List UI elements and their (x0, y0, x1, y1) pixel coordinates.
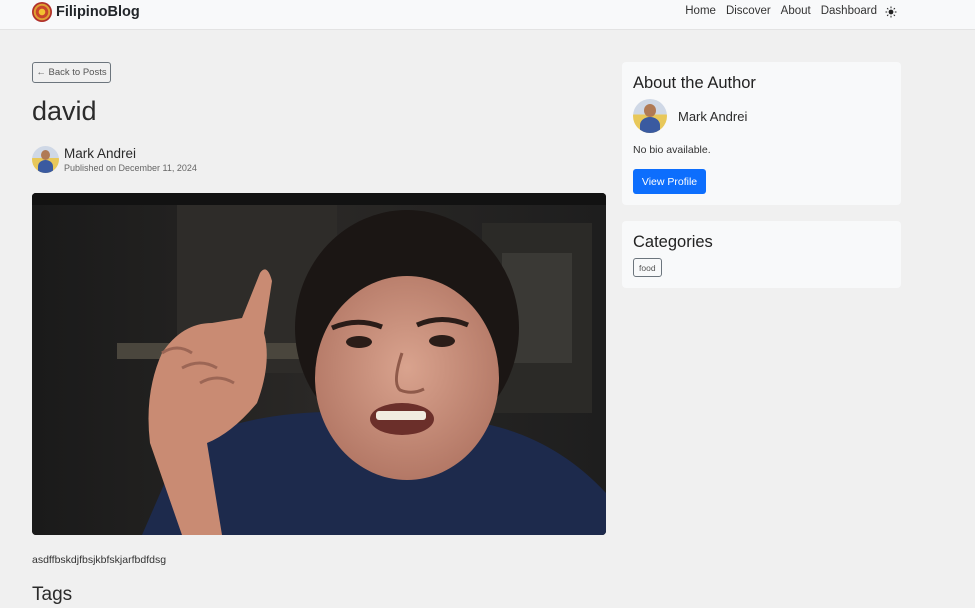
brand-name: FilipinoBlog (56, 4, 140, 20)
post-title: david (32, 96, 97, 126)
about-author-card: About the Author Mark Andrei No bio avai… (622, 62, 901, 205)
nav-links: Home Discover About Dashboard (675, 5, 897, 18)
post-video[interactable] (32, 193, 606, 535)
categories-title: Categories (633, 233, 713, 251)
brand-logo-icon (32, 2, 52, 22)
post-author-row: Mark Andrei Published on December 11, 20… (32, 146, 197, 173)
back-button-label: ← Back to Posts (36, 67, 107, 78)
published-date: Published on December 11, 2024 (64, 163, 197, 173)
sidebar-author-name[interactable]: Mark Andrei (678, 109, 747, 124)
about-author-title: About the Author (633, 74, 756, 92)
nav-discover[interactable]: Discover (726, 5, 771, 17)
sun-icon[interactable] (885, 5, 897, 18)
sidebar-author-avatar[interactable] (633, 99, 667, 133)
author-bio: No bio available. (633, 144, 711, 156)
top-navbar: FilipinoBlog Home Discover About Dashboa… (0, 0, 975, 30)
author-avatar[interactable] (32, 146, 59, 173)
author-name[interactable]: Mark Andrei (64, 146, 197, 161)
post-body-text: asdffbskdjfbsjkbfskjarfbdfdsg (32, 554, 167, 566)
tags-heading: Tags (32, 584, 73, 605)
back-to-posts-button[interactable]: ← Back to Posts (32, 62, 111, 83)
nav-dashboard[interactable]: Dashboard (821, 5, 877, 17)
brand-link[interactable]: FilipinoBlog (32, 2, 140, 22)
category-badge-food[interactable]: food (633, 258, 662, 277)
categories-card: Categories food (622, 221, 901, 288)
view-profile-button[interactable]: View Profile (633, 169, 706, 194)
nav-home[interactable]: Home (685, 5, 716, 17)
author-meta: Mark Andrei Published on December 11, 20… (64, 146, 197, 173)
card-author-row: Mark Andrei (633, 99, 747, 133)
nav-about[interactable]: About (781, 5, 811, 17)
